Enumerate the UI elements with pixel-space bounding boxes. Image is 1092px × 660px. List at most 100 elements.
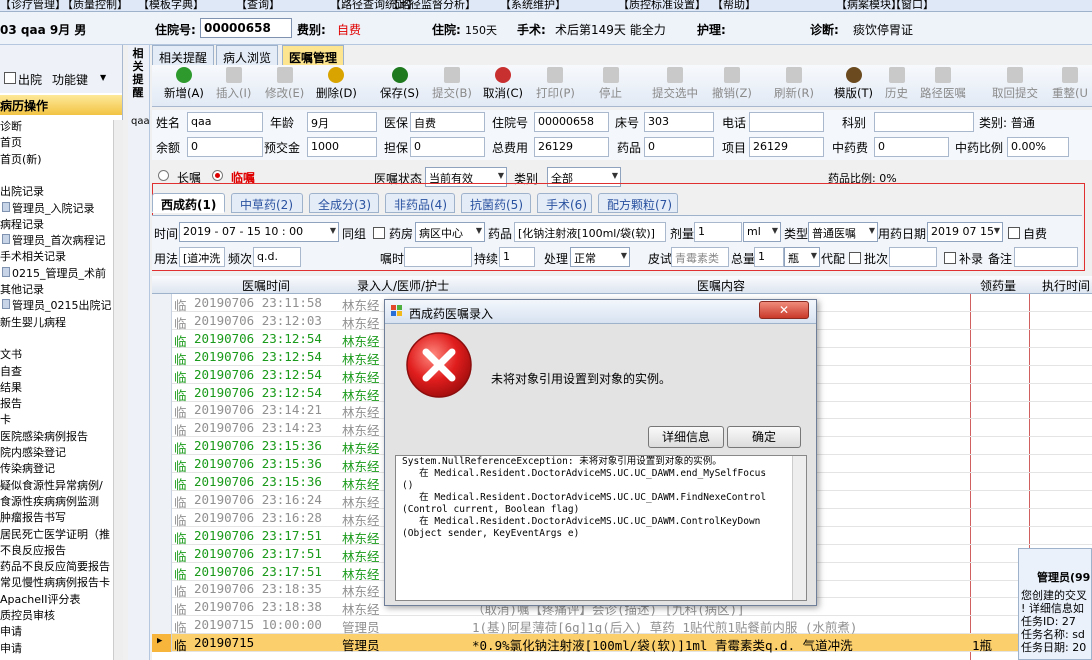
order-tab[interactable]: 手术(6) [537, 193, 592, 213]
menu-item[interactable]: 【诊疗管理】 [0, 0, 66, 11]
tree-item[interactable]: 质控员审核 [0, 607, 55, 623]
row-header[interactable] [152, 508, 172, 527]
handle-select[interactable]: 正常 [570, 247, 630, 267]
med-date-picker[interactable]: 2019 07 15 [927, 222, 1003, 242]
menu-item[interactable]: 【质控标准设置】 [618, 0, 706, 11]
drug-input[interactable]: [化钠注射液[100ml/袋(软)] [514, 222, 666, 242]
tree-item[interactable]: 自查 [0, 363, 22, 379]
header-drug-qty[interactable]: 领药量 [980, 277, 1016, 294]
tree-item[interactable]: 0215_管理员_术前 [2, 265, 106, 281]
tree-item[interactable]: 常见慢性病病例报告卡 [0, 574, 110, 590]
menu-item[interactable]: 【质量控制】 [62, 0, 128, 11]
header-exec-time[interactable]: 执行时间 [1042, 277, 1090, 294]
tree-item[interactable]: 疑似食源性异常病例/ [0, 477, 103, 493]
toolbar-button[interactable]: 路径医嘱 [920, 67, 966, 101]
selfpay-checkbox[interactable] [1008, 227, 1020, 239]
tree-item[interactable]: 诊断 [0, 118, 22, 134]
inpatient-no-field[interactable]: 00000658 [200, 18, 292, 38]
menu-item[interactable]: 【路径监督分析】 [388, 0, 476, 11]
left-scrollbar[interactable] [113, 120, 123, 660]
row-header[interactable] [152, 294, 172, 312]
toolbar-button[interactable]: 插入(I) [216, 67, 251, 101]
function-key-button[interactable]: 功能键 [52, 71, 88, 88]
menu-item[interactable]: 【系统维护】 [500, 0, 566, 11]
row-header[interactable] [152, 419, 172, 438]
menu-item[interactable]: 【查询】 [236, 0, 280, 11]
row-header[interactable] [152, 616, 172, 635]
row-header[interactable] [152, 383, 172, 402]
order-tab[interactable]: 非药品(4) [385, 193, 455, 213]
vtab-patient[interactable]: qaa [131, 115, 150, 128]
order-tab[interactable]: 全成分(3) [309, 193, 379, 213]
toolbar-button[interactable]: 删除(D) [316, 67, 357, 101]
tree-item[interactable]: 不良反应报告 [0, 542, 66, 558]
toolbar-button[interactable]: 撤销(Z) [712, 67, 752, 101]
chevron-down-icon[interactable]: ▼ [100, 73, 106, 82]
tree-item[interactable]: 管理员_入院记录 [2, 200, 95, 216]
toolbar-button[interactable]: 停止 [599, 67, 622, 101]
toolbar-button[interactable]: 保存(S) [380, 67, 419, 101]
tree-item[interactable]: 结果 [0, 379, 22, 395]
tree-item[interactable]: 申请 [0, 640, 22, 656]
total-unit-select[interactable]: 瓶 [784, 247, 820, 267]
batch-checkbox[interactable] [849, 252, 861, 264]
tree-item[interactable]: 报告 [0, 395, 22, 411]
tree-item[interactable]: 文书 [0, 346, 22, 362]
toolbar-button[interactable]: 重整(U [1052, 67, 1088, 101]
duration-stepper[interactable]: 1 [499, 247, 535, 267]
menu-item[interactable]: 【窗口】 [890, 0, 934, 11]
detail-scrollbar[interactable] [792, 456, 806, 600]
long-order-radio[interactable] [158, 170, 169, 181]
tree-item[interactable]: 传染病登记 [0, 460, 55, 476]
pharmacy-select[interactable]: 病区中心 [415, 222, 485, 242]
row-header[interactable] [152, 526, 172, 545]
tree-item[interactable]: 手术相关记录 [0, 248, 66, 264]
row-header[interactable] [152, 473, 172, 491]
instruct-input[interactable] [404, 247, 472, 267]
tab-order-management[interactable]: 医嘱管理 [282, 45, 345, 65]
toolbar-button[interactable]: 提交选中 [652, 67, 698, 101]
dose-input[interactable]: 1 [694, 222, 742, 242]
toolbar-button[interactable]: 模版(T) [834, 67, 873, 101]
tree-item[interactable]: 其他记录 [0, 281, 44, 297]
order-tab[interactable]: 西成药(1) [152, 193, 225, 213]
toolbar-button[interactable]: 修改(E) [265, 67, 304, 101]
row-header[interactable] [152, 580, 172, 599]
row-header[interactable] [152, 401, 172, 420]
row-header[interactable] [152, 437, 172, 456]
order-tab[interactable]: 中草药(2) [231, 193, 303, 213]
dose-unit-select[interactable]: ml [743, 222, 781, 242]
table-row[interactable]: ▶ 临 20190715 管理员 *0.9%氯化钠注射液[100ml/袋(软)]1ml … [152, 634, 1092, 653]
ok-button[interactable]: 确定 [727, 426, 801, 448]
row-header[interactable] [152, 562, 172, 581]
toolbar-button[interactable]: 取消(C) [483, 67, 523, 101]
error-detail-text[interactable]: System.NullReferenceException: 未将对象引用设置到… [395, 455, 807, 601]
toolbar-button[interactable]: 打印(P) [536, 67, 575, 101]
close-button[interactable]: ✕ [759, 301, 809, 319]
time-picker[interactable]: 2019 - 07 - 15 10 : 00 [179, 222, 339, 242]
tree-item[interactable]: 病程记录 [0, 216, 44, 232]
row-header[interactable] [152, 329, 172, 348]
row-header[interactable] [152, 365, 172, 384]
toolbar-button[interactable]: 提交(B) [432, 67, 472, 101]
tree-item[interactable]: 居民死亡医学证明（推 [0, 526, 110, 542]
row-header[interactable] [152, 311, 172, 330]
order-tab[interactable]: 配方颗粒(7) [598, 193, 678, 213]
tree-item[interactable]: 新生婴儿病程 [0, 314, 66, 330]
temp-order-radio[interactable] [212, 170, 223, 181]
table-row[interactable]: 临 20190715 10:00:00 管理员 1(基)阿星薄荷[6g]1g(后入) … [152, 616, 1092, 635]
supplement-checkbox[interactable] [944, 252, 956, 264]
tree-item[interactable]: 首页 [0, 134, 22, 150]
row-header[interactable] [152, 490, 172, 509]
row-header[interactable] [152, 598, 172, 617]
order-kind-select[interactable]: 普通医嘱 [808, 222, 878, 242]
tree-item[interactable]: ApacheII评分表 [0, 591, 81, 607]
frequency-input[interactable]: q.d. [253, 247, 301, 267]
tree-item[interactable]: 出院记录 [0, 183, 44, 199]
tree-item[interactable]: 食源性疾病病例监测 [0, 493, 99, 509]
tree-item[interactable]: 医院感染病例报告 [0, 428, 88, 444]
details-button[interactable]: 详细信息 [648, 426, 724, 448]
row-header[interactable] [152, 544, 172, 563]
header-entry-person[interactable]: 录入人/医师/护士 [357, 277, 449, 294]
row-header[interactable] [152, 347, 172, 366]
